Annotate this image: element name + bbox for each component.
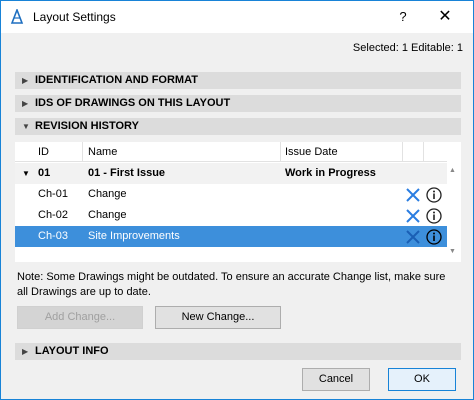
outdated-drawings-note: Note: Some Drawings might be outdated. T… (17, 271, 446, 298)
x-icon[interactable] (405, 208, 421, 224)
column-divider[interactable] (280, 142, 281, 162)
cell-id: Ch-01 (38, 188, 68, 200)
info-icon[interactable] (426, 229, 442, 245)
close-button[interactable]: ✕ (435, 7, 455, 27)
section-revision-history[interactable]: ▼ REVISION HISTORY (15, 118, 461, 135)
column-header-issue-date[interactable]: Issue Date (285, 146, 338, 158)
section-label: REVISION HISTORY (35, 120, 139, 132)
info-icon[interactable] (426, 208, 442, 224)
section-label: IDENTIFICATION AND FORMAT (35, 74, 198, 86)
archicad-app-icon (10, 9, 24, 24)
help-button[interactable]: ? (393, 7, 413, 27)
expand-arrow-icon: ▶ (22, 76, 29, 85)
table-row-group-01[interactable]: ▼ 01 01 - First Issue Work in Progress (15, 163, 447, 184)
column-divider[interactable] (402, 142, 403, 162)
column-header-name[interactable]: Name (88, 146, 117, 158)
column-header-id[interactable]: ID (38, 146, 49, 158)
ok-button[interactable]: OK (388, 368, 456, 391)
x-icon[interactable] (405, 229, 421, 245)
add-change-button[interactable]: Add Change... (17, 306, 143, 329)
new-change-button[interactable]: New Change... (155, 306, 281, 329)
expand-arrow-icon: ▶ (22, 99, 29, 108)
section-label: LAYOUT INFO (35, 345, 109, 357)
cell-issue-date: Work in Progress (285, 167, 376, 179)
cell-name: Change (88, 209, 127, 221)
expand-arrow-icon: ▶ (22, 347, 29, 356)
cell-name: Change (88, 188, 127, 200)
table-header-row: ID Name Issue Date (15, 142, 447, 162)
section-layout-info[interactable]: ▶ LAYOUT INFO (15, 343, 461, 360)
collapse-arrow-icon[interactable]: ▼ (22, 169, 30, 178)
section-ids-of-drawings[interactable]: ▶ IDS OF DRAWINGS ON THIS LAYOUT (15, 95, 461, 112)
cell-id: 01 (38, 167, 51, 179)
info-icon[interactable] (426, 187, 442, 203)
collapse-arrow-icon: ▼ (22, 122, 30, 131)
window-title: Layout Settings (33, 10, 116, 24)
column-divider[interactable] (423, 142, 424, 162)
selection-status: Selected: 1 Editable: 1 (352, 42, 463, 54)
table-row-selected[interactable]: Ch-03 Site Improvements (15, 226, 447, 247)
revision-history-table: ID Name Issue Date ▼ 01 01 - First Issue… (15, 142, 461, 262)
column-divider[interactable] (82, 142, 83, 162)
cell-name: Site Improvements (88, 230, 180, 242)
title-bar: Layout Settings ? ✕ (1, 1, 473, 33)
layout-settings-dialog: Layout Settings ? ✕ Selected: 1 Editable… (0, 0, 474, 400)
table-row[interactable]: Ch-01 Change (15, 184, 447, 205)
section-label: IDS OF DRAWINGS ON THIS LAYOUT (35, 97, 231, 109)
cancel-button[interactable]: Cancel (302, 368, 370, 391)
scroll-down-arrow-icon[interactable]: ▼ (449, 248, 456, 255)
cell-id: Ch-02 (38, 209, 68, 221)
cell-name: 01 - First Issue (88, 167, 166, 179)
x-icon[interactable] (405, 187, 421, 203)
scroll-up-arrow-icon[interactable]: ▲ (449, 167, 456, 174)
section-identification-and-format[interactable]: ▶ IDENTIFICATION AND FORMAT (15, 72, 461, 89)
table-row[interactable]: Ch-02 Change (15, 205, 447, 226)
cell-id: Ch-03 (38, 230, 68, 242)
